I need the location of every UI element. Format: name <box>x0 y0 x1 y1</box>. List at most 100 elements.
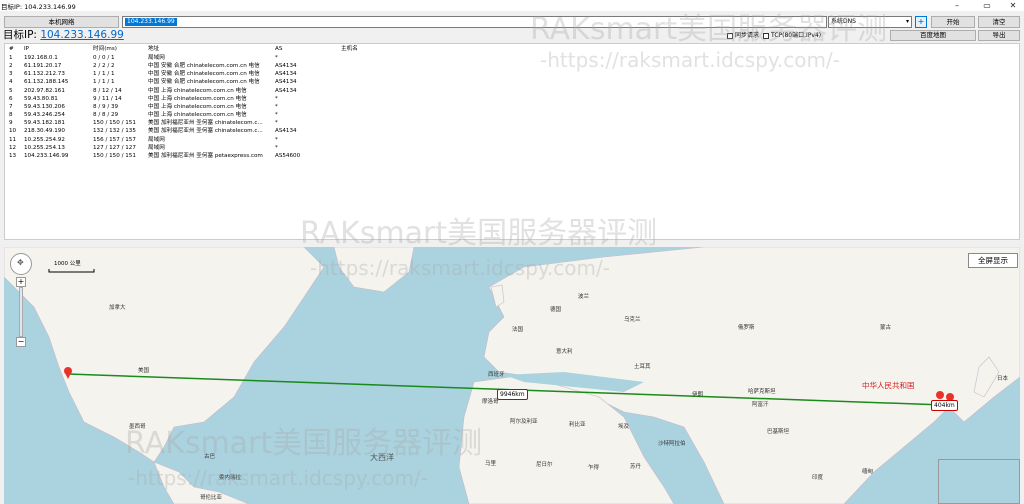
pan-icon[interactable]: ✥ <box>17 258 24 267</box>
map-label: 埃及 <box>618 424 630 430</box>
cell-col-index: 12 <box>9 144 17 151</box>
fullscreen-button[interactable]: 全屏显示 <box>968 253 1018 268</box>
table-row[interactable]: 2 61.191.20.17 2 / 2 / 2 中国 安徽 合肥 chinatele… <box>5 62 1019 70</box>
sync-request-checkbox[interactable]: 同步请求 <box>727 32 759 39</box>
header-col-time[interactable]: 时间(ms) <box>93 45 147 53</box>
header-col-index[interactable]: # <box>9 45 23 53</box>
table-row[interactable]: 12 10.255.254.13 127 / 127 / 127 局域网 * <box>5 144 1019 152</box>
route-map[interactable]: ✥ + − 1000 公里 全屏显示 9946km 404km 加拿大 美国 墨西哥… <box>4 247 1020 504</box>
checkbox-icon <box>763 32 769 39</box>
cell-col-address: 中国 安徽 合肥 chinatelecom.com.cn 电信 <box>148 71 260 78</box>
cell-col-as: AS4134 <box>275 87 297 94</box>
ip-input[interactable]: 104.233.146.99 <box>122 16 827 28</box>
map-label: 委内瑞拉 <box>219 475 242 481</box>
cell-col-as: * <box>275 144 278 151</box>
dns-select[interactable]: 系统DNS ▾ <box>828 16 912 28</box>
map-label: 巴基斯坦 <box>767 429 790 435</box>
zoom-slider[interactable] <box>19 287 23 337</box>
map-label: 伊朗 <box>692 392 704 398</box>
cell-col-as: * <box>275 95 278 102</box>
table-row[interactable]: 7 59.43.130.206 8 / 9 / 39 中国 上海 chinatelec… <box>5 103 1019 111</box>
cell-col-time: 1 / 1 / 1 <box>93 79 115 86</box>
clear-button[interactable]: 清空 <box>978 16 1020 28</box>
map-label: 哈萨克斯坦 <box>748 389 776 395</box>
map-label: 沙特阿拉伯 <box>658 441 686 447</box>
map-label: 缅甸 <box>862 469 874 475</box>
map-label: 阿富汗 <box>752 402 769 408</box>
land-north-america <box>4 247 325 463</box>
local-network-button[interactable]: 本机网络 <box>4 16 119 28</box>
window-title: 目标IP: 104.233.146.99 <box>1 3 76 11</box>
target-ip: 目标IP: 104.233.146.99 <box>3 29 124 42</box>
table-row[interactable]: 9 59.43.182.181 150 / 150 / 151 美国 加利福尼亚州 圣… <box>5 119 1019 127</box>
map-label: 墨西哥 <box>129 424 146 430</box>
map-label: 马里 <box>485 461 497 467</box>
map-navigation: ✥ <box>10 253 32 275</box>
cell-col-address: 中国 上海 chinatelecom.com.cn 电信 <box>148 87 247 94</box>
cell-col-as: * <box>275 103 278 110</box>
cell-col-index: 2 <box>9 63 13 70</box>
close-icon[interactable]: ✕ <box>1004 0 1022 11</box>
cell-col-time: 1 / 1 / 1 <box>93 71 115 78</box>
map-label: 阿尔及利亚 <box>510 419 538 425</box>
map-label: 法国 <box>512 327 524 333</box>
sync-request-label: 同步请求 <box>735 32 760 39</box>
table-row[interactable]: 1 192.168.0.1 0 / 0 / 1 局域网 * <box>5 54 1019 62</box>
cell-col-as: * <box>275 112 278 119</box>
cell-col-address: 局域网 <box>148 144 165 151</box>
export-button[interactable]: 导出 <box>978 30 1020 41</box>
map-label: 利比亚 <box>569 422 586 428</box>
cell-col-time: 0 / 0 / 1 <box>93 55 115 61</box>
cell-col-index: 10 <box>9 128 17 135</box>
cell-col-as: AS4134 <box>275 128 297 135</box>
baidu-map-button[interactable]: 百度地图 <box>890 30 976 41</box>
map-label: 乌克兰 <box>624 317 641 323</box>
header-col-hostname[interactable]: 主机名 <box>341 45 461 53</box>
table-row[interactable]: 5 202.97.82.161 8 / 12 / 14 中国 上海 chinatele… <box>5 87 1019 95</box>
map-label: 意大利 <box>556 349 573 355</box>
cell-col-ip: 61.191.20.17 <box>24 63 62 70</box>
cell-col-address: 美国 加利福尼亚州 圣何塞 petaexpress.com <box>148 152 263 159</box>
map-label: 大西洋 <box>370 453 394 462</box>
cell-col-time: 150 / 150 / 151 <box>93 152 136 159</box>
table-row[interactable]: 3 61.132.212.73 1 / 1 / 1 中国 安徽 合肥 chinatel… <box>5 70 1019 78</box>
cell-col-address: 中国 上海 chinatelecom.com.cn 电信 <box>148 103 247 110</box>
cell-col-ip: 10.255.254.92 <box>24 136 65 143</box>
map-overview[interactable] <box>938 459 1020 504</box>
restore-icon[interactable]: ▭ <box>978 0 996 11</box>
map-label: 蒙古 <box>880 325 892 331</box>
minimize-icon[interactable]: – <box>948 0 966 11</box>
table-row[interactable]: 10 218.30.49.190 132 / 132 / 135 美国 加利福尼亚州 … <box>5 127 1019 135</box>
header-col-ip[interactable]: IP <box>24 45 92 53</box>
add-button[interactable]: + <box>915 16 927 28</box>
zoom-out-button[interactable]: − <box>16 337 26 347</box>
table-row[interactable]: 6 59.43.80.81 9 / 11 / 14 中国 上海 chinateleco… <box>5 95 1019 103</box>
table-row[interactable]: 4 61.132.188.145 1 / 1 / 1 中国 安徽 合肥 chinate… <box>5 78 1019 86</box>
cell-col-index: 6 <box>9 95 13 102</box>
cell-col-ip: 59.43.182.181 <box>24 120 65 127</box>
map-label: 中华人民共和国 <box>862 381 915 390</box>
cell-col-time: 127 / 127 / 127 <box>93 144 136 151</box>
cell-col-address: 美国 加利福尼亚州 圣何塞 chinatelecom.c... <box>148 120 263 127</box>
cell-col-time: 8 / 8 / 29 <box>93 112 119 119</box>
table-row[interactable]: 13 104.233.146.99 150 / 150 / 151 美国 加利福尼亚州… <box>5 152 1019 160</box>
cell-col-index: 11 <box>9 136 17 143</box>
chevron-down-icon: ▾ <box>905 18 909 25</box>
cell-col-time: 132 / 132 / 135 <box>93 128 136 135</box>
target-ip-label: 目标IP: <box>3 29 37 41</box>
cell-col-address: 中国 安徽 合肥 chinatelecom.com.cn 电信 <box>148 63 260 70</box>
tcp-option-checkbox[interactable]: TCP(80端口,IPv4) <box>763 32 821 39</box>
cell-col-address: 中国 上海 chinatelecom.com.cn 电信 <box>148 112 247 119</box>
table-row[interactable]: 11 10.255.254.92 156 / 157 / 157 局域网 * <box>5 136 1019 144</box>
cell-col-index: 13 <box>9 152 17 159</box>
start-button[interactable]: 开始 <box>931 16 975 28</box>
header-col-address[interactable]: 地址 <box>148 45 274 53</box>
target-ip-link[interactable]: 104.233.146.99 <box>40 29 124 41</box>
map-label: 古巴 <box>204 454 216 460</box>
header-col-as[interactable]: AS <box>275 45 339 53</box>
ip-input-value: 104.233.146.99 <box>125 18 177 26</box>
title-bar: 目标IP: 104.233.146.99 – ▭ ✕ <box>0 0 1024 11</box>
cell-col-as: AS54600 <box>275 152 301 159</box>
table-row[interactable]: 8 59.43.246.254 8 / 8 / 29 中国 上海 chinatelec… <box>5 111 1019 119</box>
zoom-in-button[interactable]: + <box>16 277 26 287</box>
